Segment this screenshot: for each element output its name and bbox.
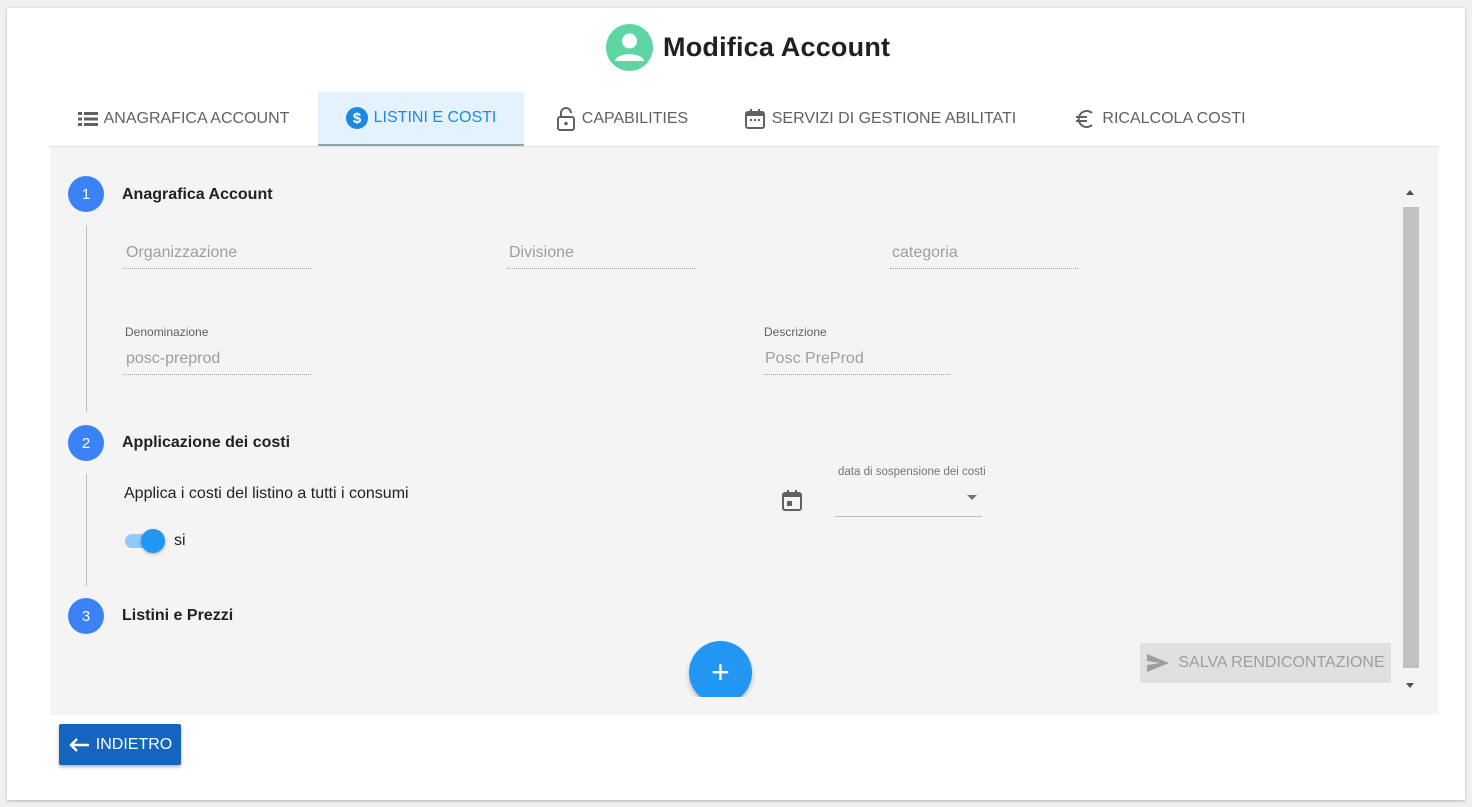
tab-servizi-di-gestione[interactable]: SERVIZI DI GESTIONE ABILITATI <box>730 92 1030 146</box>
stepper-connector <box>86 225 87 412</box>
page-header: Modifica Account <box>606 23 890 71</box>
tab-label: LISTINI E COSTI <box>373 109 497 126</box>
step-number-2[interactable]: 2 <box>68 425 104 461</box>
scroll-down-icon[interactable] <box>1406 683 1414 688</box>
tab-label: SERVIZI DI GESTIONE ABILITATI <box>771 110 1017 127</box>
indietro-label: INDIETRO <box>95 735 173 753</box>
applica-costi-text: Applica i costi del listino a tutti i co… <box>124 485 409 502</box>
divisione-placeholder: Divisione <box>509 244 574 261</box>
data-sospensione-select[interactable] <box>835 484 982 517</box>
euro-icon <box>1076 110 1094 128</box>
divisione-field[interactable]: Divisione <box>507 239 695 269</box>
tab-listini-e-costi[interactable]: $ LISTINI E COSTI <box>318 92 524 146</box>
organizzazione-placeholder: Organizzazione <box>126 244 238 261</box>
step-title-2[interactable]: Applicazione dei costi <box>122 434 290 452</box>
arrow-left-icon <box>69 737 89 752</box>
categoria-placeholder: categoria <box>892 244 958 261</box>
toggle-knob[interactable] <box>141 529 165 553</box>
scroll-up-icon[interactable] <box>1406 190 1414 195</box>
indietro-button[interactable]: INDIETRO <box>59 724 181 765</box>
tab-ricalcola-costi[interactable]: RICALCOLA COSTI <box>1058 92 1262 146</box>
add-button[interactable]: + <box>689 641 752 697</box>
descrizione-field[interactable]: Posc PreProd <box>763 345 950 375</box>
categoria-field[interactable]: categoria <box>890 239 1078 269</box>
svg-text:$: $ <box>352 110 361 127</box>
step-title-1[interactable]: Anagrafica Account <box>122 186 273 204</box>
step-number-3[interactable]: 3 <box>68 598 104 634</box>
step-title-3[interactable]: Listini e Prezzi <box>122 607 233 625</box>
dollar-icon: $ <box>345 107 368 129</box>
denominazione-label: Denominazione <box>125 325 209 339</box>
page-title: Modifica Account <box>663 31 891 62</box>
send-icon <box>1147 654 1170 672</box>
calendar-today-icon[interactable] <box>780 489 804 513</box>
tab-bar: ANAGRAFICA ACCOUNT $ LISTINI E COSTI CAP… <box>50 92 1439 147</box>
tab-capabilities[interactable]: CAPABILITIES <box>542 92 702 146</box>
chevron-down-icon <box>967 495 977 500</box>
stepper-connector <box>86 474 87 586</box>
toggle-label: si <box>174 532 186 549</box>
data-sospensione-label: data di sospensione dei costi <box>838 466 986 478</box>
scrollbar-thumb[interactable] <box>1403 207 1419 668</box>
tab-label: RICALCOLA COSTI <box>1102 110 1246 127</box>
list-icon <box>77 112 98 126</box>
denominazione-field[interactable]: posc-preprod <box>124 345 311 375</box>
descrizione-value: Posc PreProd <box>765 350 864 367</box>
organizzazione-field[interactable]: Organizzazione <box>124 239 311 269</box>
tab-label: ANAGRAFICA ACCOUNT <box>103 110 290 127</box>
salva-rendicontazione-button[interactable]: SALVA RENDICONTAZIONE <box>1140 643 1391 683</box>
step-number-1[interactable]: 1 <box>68 176 104 212</box>
lock-open-icon <box>556 107 575 131</box>
tab-label: CAPABILITIES <box>581 110 689 127</box>
plus-icon: + <box>711 654 730 690</box>
salva-label: SALVA RENDICONTAZIONE <box>1178 654 1385 671</box>
account-avatar-icon <box>606 23 653 71</box>
tab-anagrafica-account[interactable]: ANAGRAFICA ACCOUNT <box>50 92 317 146</box>
descrizione-label: Descrizione <box>764 325 827 339</box>
calendar-icon <box>744 109 765 129</box>
denominazione-value: posc-preprod <box>126 350 221 367</box>
fab-clip: + <box>680 630 760 697</box>
